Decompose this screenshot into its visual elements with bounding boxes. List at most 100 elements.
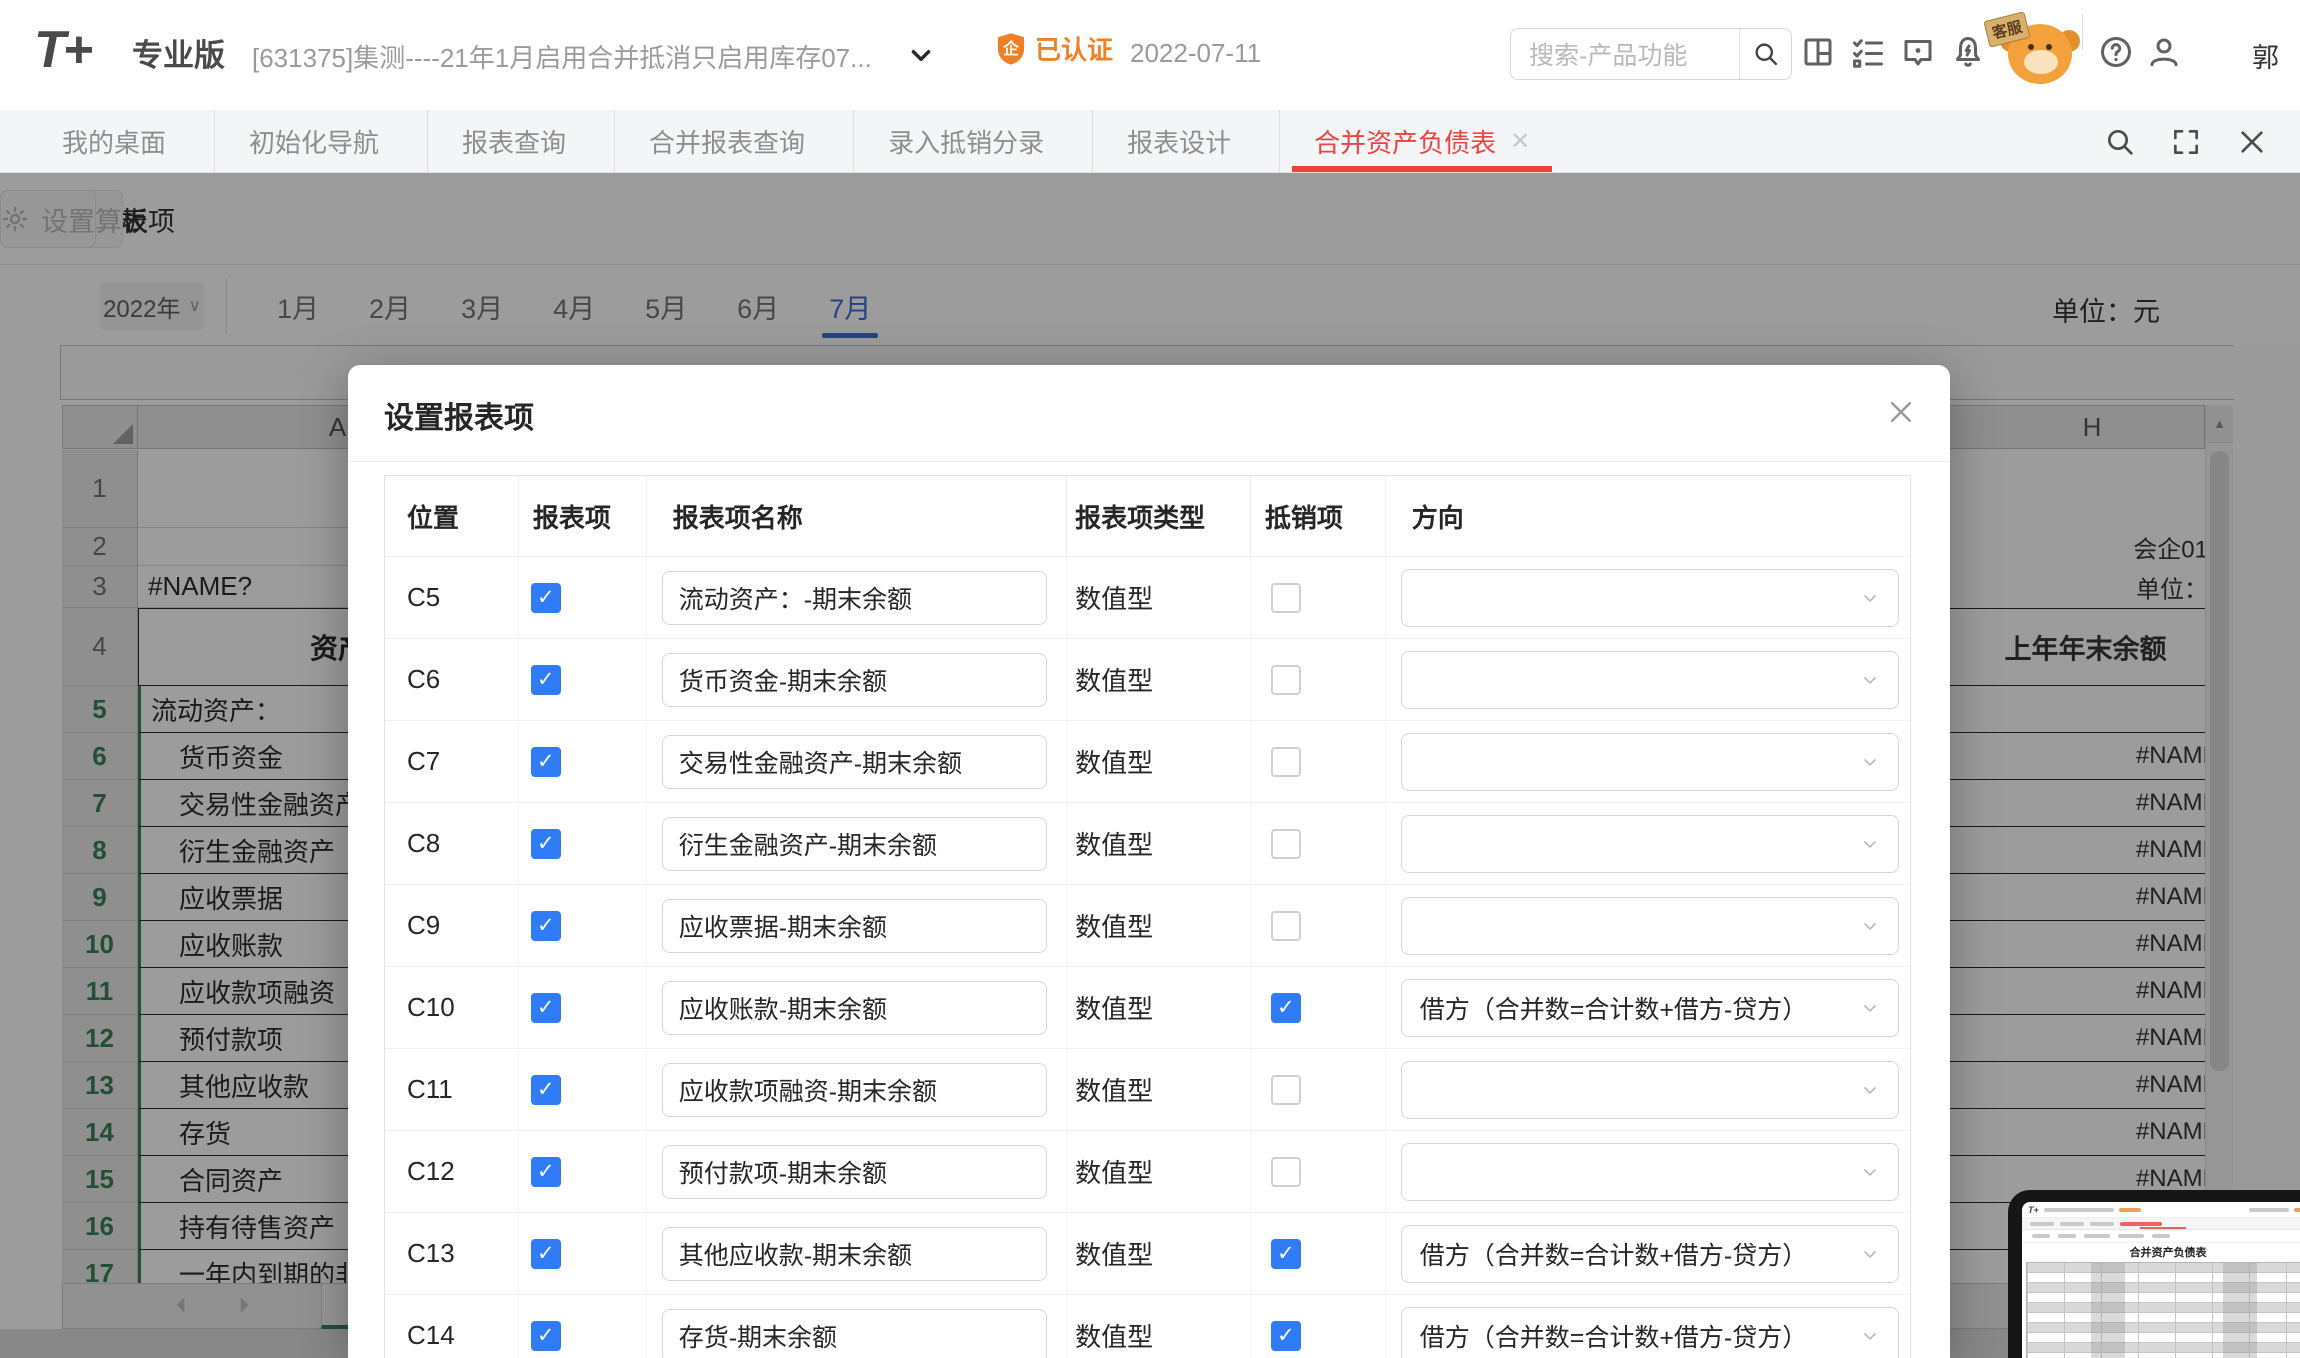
cell-position: C13: [385, 1213, 519, 1294]
direction-select[interactable]: [1400, 568, 1899, 627]
search-placeholder[interactable]: 搜索-产品功能: [1511, 36, 1739, 72]
offset-item-checkbox[interactable]: [1270, 1156, 1301, 1187]
floating-preview-frame[interactable]: T+ 合并资产负债表: [2008, 1190, 2300, 1358]
item-name-input[interactable]: 存货-期末余额: [661, 1308, 1047, 1358]
offset-item-checkbox[interactable]: [1270, 582, 1301, 613]
item-name-input[interactable]: 应收票据-期末余额: [661, 898, 1047, 953]
report-item-row: C9 应收票据-期末余额 数值型: [385, 884, 1910, 966]
offset-item-checkbox[interactable]: [1270, 664, 1301, 695]
direction-select[interactable]: [1400, 814, 1899, 873]
cell-item-type: 数值型: [1067, 803, 1251, 884]
offset-item-checkbox[interactable]: [1270, 1320, 1301, 1351]
cell-direction: [1386, 803, 1910, 884]
tab-close-icon[interactable]: ✕: [1510, 127, 1530, 156]
bell-icon[interactable]: [1950, 34, 1986, 70]
comment-icon[interactable]: [1900, 34, 1936, 70]
report-item-checkbox[interactable]: [530, 828, 561, 859]
page-tab[interactable]: 我的桌面: [28, 110, 214, 172]
item-name-input[interactable]: 预付款项-期末余额: [661, 1144, 1047, 1199]
item-name-input[interactable]: 应收款项融资-期末余额: [661, 1062, 1047, 1117]
kanban-icon[interactable]: [1800, 34, 1836, 70]
report-item-checkbox[interactable]: [530, 1238, 561, 1269]
preview-tab: [2030, 1221, 2054, 1226]
cell-offset-item: [1251, 1295, 1386, 1358]
report-item-row: C6 货币资金-期末余额 数值型: [385, 638, 1910, 720]
chevron-down-icon: [1860, 1326, 1880, 1346]
item-name-input[interactable]: 衍生金融资产-期末余额: [661, 816, 1047, 871]
item-name-input[interactable]: 其他应收款-期末余额: [661, 1226, 1047, 1281]
col-offset-item: 抵销项: [1251, 476, 1386, 556]
search-button[interactable]: [1739, 29, 1791, 79]
close-icon[interactable]: [2236, 126, 2268, 158]
cell-position: C8: [385, 803, 519, 884]
page-tab-label: 报表查询: [462, 127, 567, 158]
page-tab[interactable]: 合并资产负债表 ✕: [1279, 110, 1564, 172]
cell-item-type: 数值型: [1067, 639, 1251, 720]
preview-toolbar-item: [2032, 1234, 2050, 1238]
page-tab-label: 初始化导航: [249, 127, 380, 158]
cell-position: C14: [385, 1295, 519, 1358]
dialog-close-icon[interactable]: [1886, 397, 1916, 427]
cell-position: C9: [385, 885, 519, 966]
direction-select[interactable]: [1400, 1060, 1899, 1119]
checklist-icon[interactable]: [1850, 34, 1886, 70]
item-name-input[interactable]: 流动资产：-期末余额: [661, 570, 1047, 625]
preview-toolbar-item: [2084, 1234, 2110, 1238]
item-name-input[interactable]: 货币资金-期末余额: [661, 652, 1047, 707]
offset-item-checkbox[interactable]: [1270, 1238, 1301, 1269]
user-name[interactable]: 郭: [2252, 36, 2279, 75]
cell-direction: [1386, 1049, 1910, 1130]
page-tab[interactable]: 合并报表查询: [614, 110, 853, 172]
direction-select[interactable]: 借方（合并数=合计数+借方-贷方）: [1400, 978, 1899, 1037]
direction-select[interactable]: 借方（合并数=合计数+借方-贷方）: [1400, 1224, 1899, 1283]
offset-item-checkbox[interactable]: [1270, 746, 1301, 777]
mascot-eye: [2028, 44, 2034, 50]
page-tab-label: 录入抵销分录: [888, 127, 1045, 158]
offset-item-checkbox[interactable]: [1270, 828, 1301, 859]
page-tab[interactable]: 初始化导航: [214, 110, 427, 172]
person-icon[interactable]: [2146, 34, 2182, 70]
cell-item-type: 数值型: [1067, 1049, 1251, 1130]
direction-select[interactable]: [1400, 732, 1899, 791]
report-item-checkbox[interactable]: [530, 992, 561, 1023]
expand-icon[interactable]: [2170, 126, 2202, 158]
cell-item-name: 应收款项融资-期末余额: [647, 1049, 1068, 1130]
direction-select[interactable]: 借方（合并数=合计数+借方-贷方）: [1400, 1306, 1899, 1358]
direction-select[interactable]: [1400, 1142, 1899, 1201]
cell-offset-item: [1251, 557, 1386, 638]
account-caret-down-icon[interactable]: [908, 42, 934, 68]
item-name-input[interactable]: 交易性金融资产-期末余额: [661, 734, 1047, 789]
page-tab[interactable]: 报表查询: [427, 110, 614, 172]
cell-report-item: [519, 721, 647, 802]
report-item-checkbox[interactable]: [530, 1074, 561, 1105]
offset-item-checkbox[interactable]: [1270, 992, 1301, 1023]
cell-item-name: 衍生金融资产-期末余额: [647, 803, 1068, 884]
product-search[interactable]: 搜索-产品功能: [1510, 28, 1792, 80]
help-icon[interactable]: [2098, 34, 2134, 70]
report-item-checkbox[interactable]: [530, 1320, 561, 1351]
item-name-input[interactable]: 应收账款-期末余额: [661, 980, 1047, 1035]
tplus-logo: T+: [34, 21, 93, 79]
report-item-checkbox[interactable]: [530, 746, 561, 777]
verified-label: 已认证: [1035, 35, 1114, 65]
report-item-checkbox[interactable]: [530, 582, 561, 613]
report-item-checkbox[interactable]: [530, 1156, 561, 1187]
cell-item-type: 数值型: [1067, 967, 1251, 1048]
direction-select[interactable]: [1400, 896, 1899, 955]
offset-item-checkbox[interactable]: [1270, 1074, 1301, 1105]
preview-title-bar: [2043, 1207, 2114, 1212]
account-title[interactable]: [631375]集测----21年1月启用合并抵消只启用库存07...: [252, 38, 872, 75]
offset-item-checkbox[interactable]: [1270, 910, 1301, 941]
preview-tabbar: [2022, 1218, 2300, 1230]
report-item-checkbox[interactable]: [530, 664, 561, 695]
preview-toolbar-item: [2152, 1234, 2170, 1238]
page-tab[interactable]: 录入抵销分录: [853, 110, 1092, 172]
cell-position: C10: [385, 967, 519, 1048]
tab-search-icon[interactable]: [2104, 126, 2136, 158]
cell-item-type: 数值型: [1067, 1295, 1251, 1358]
chevron-down-icon: [1860, 588, 1880, 608]
page-tab[interactable]: 报表设计: [1092, 110, 1279, 172]
report-item-checkbox[interactable]: [530, 910, 561, 941]
direction-select[interactable]: [1400, 650, 1899, 709]
mascot-icon[interactable]: 客服: [1983, 10, 2086, 96]
